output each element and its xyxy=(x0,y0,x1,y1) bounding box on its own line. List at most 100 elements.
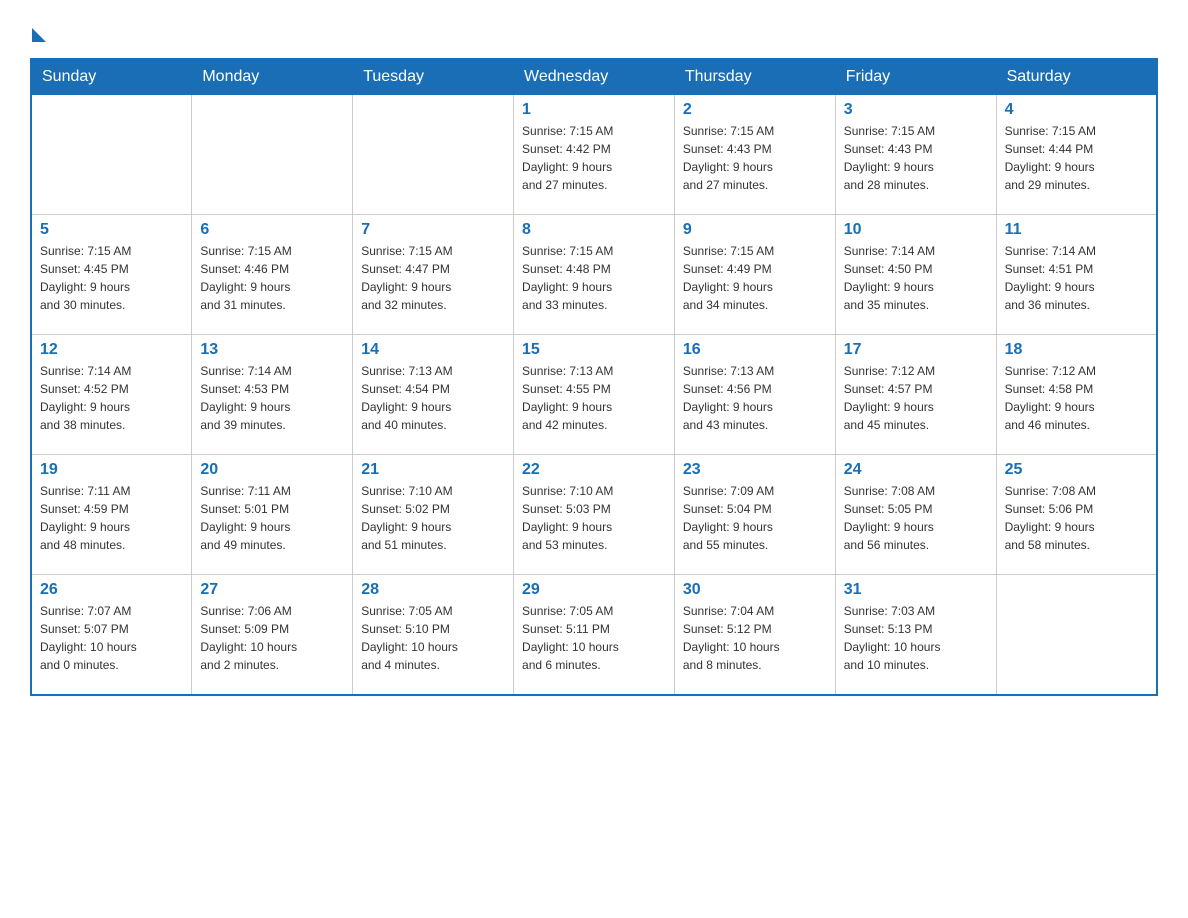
header-cell-monday: Monday xyxy=(192,59,353,95)
logo-triangle-icon xyxy=(32,28,46,42)
day-info: Sunrise: 7:05 AM Sunset: 5:11 PM Dayligh… xyxy=(522,602,666,674)
day-number: 22 xyxy=(522,461,666,479)
calendar-cell: 17 Sunrise: 7:12 AM Sunset: 4:57 PM Dayli… xyxy=(835,335,996,455)
day-number: 26 xyxy=(40,581,183,599)
calendar-cell: 9Sunrise: 7:15 AM Sunset: 4:49 PM Daylig… xyxy=(674,215,835,335)
header-cell-saturday: Saturday xyxy=(996,59,1157,95)
page-header xyxy=(30,20,1158,38)
day-info: Sunrise: 7:14 AM Sunset: 4:53 PM Dayligh… xyxy=(200,362,344,434)
day-number: 4 xyxy=(1005,101,1148,119)
day-number: 1 xyxy=(522,101,666,119)
calendar-cell: 30Sunrise: 7:04 AM Sunset: 5:12 PM Dayli… xyxy=(674,575,835,695)
header-row: SundayMondayTuesdayWednesdayThursdayFrid… xyxy=(31,59,1157,95)
calendar-cell: 8 Sunrise: 7:15 AM Sunset: 4:48 PM Daylig… xyxy=(514,215,675,335)
calendar-cell: 29 Sunrise: 7:05 AM Sunset: 5:11 PM Dayli… xyxy=(514,575,675,695)
day-info: Sunrise: 7:15 AM Sunset: 4:46 PM Dayligh… xyxy=(200,242,344,314)
day-info: Sunrise: 7:15 AM Sunset: 4:45 PM Dayligh… xyxy=(40,242,183,314)
calendar-cell: 25 Sunrise: 7:08 AM Sunset: 5:06 PM Dayli… xyxy=(996,455,1157,575)
day-info: Sunrise: 7:10 AM Sunset: 5:03 PM Dayligh… xyxy=(522,482,666,554)
header-cell-wednesday: Wednesday xyxy=(514,59,675,95)
day-number: 19 xyxy=(40,461,183,479)
day-info: Sunrise: 7:15 AM Sunset: 4:43 PM Dayligh… xyxy=(844,122,988,194)
day-number: 3 xyxy=(844,101,988,119)
calendar-cell: 27 Sunrise: 7:06 AM Sunset: 5:09 PM Dayli… xyxy=(192,575,353,695)
day-number: 29 xyxy=(522,581,666,599)
calendar-cell: 24 Sunrise: 7:08 AM Sunset: 5:05 PM Dayli… xyxy=(835,455,996,575)
day-number: 28 xyxy=(361,581,505,599)
calendar-cell: 28 Sunrise: 7:05 AM Sunset: 5:10 PM Dayli… xyxy=(353,575,514,695)
day-info: Sunrise: 7:11 AM Sunset: 4:59 PM Dayligh… xyxy=(40,482,183,554)
day-number: 9 xyxy=(683,221,827,239)
calendar-cell: 12 Sunrise: 7:14 AM Sunset: 4:52 PM Dayli… xyxy=(31,335,192,455)
day-info: Sunrise: 7:06 AM Sunset: 5:09 PM Dayligh… xyxy=(200,602,344,674)
day-info: Sunrise: 7:13 AM Sunset: 4:56 PM Dayligh… xyxy=(683,362,827,434)
calendar-cell: 26Sunrise: 7:07 AM Sunset: 5:07 PM Dayli… xyxy=(31,575,192,695)
header-cell-tuesday: Tuesday xyxy=(353,59,514,95)
calendar-cell: 19 Sunrise: 7:11 AM Sunset: 4:59 PM Dayli… xyxy=(31,455,192,575)
day-info: Sunrise: 7:11 AM Sunset: 5:01 PM Dayligh… xyxy=(200,482,344,554)
day-number: 14 xyxy=(361,341,505,359)
calendar-cell: 4 Sunrise: 7:15 AM Sunset: 4:44 PM Daylig… xyxy=(996,95,1157,215)
day-number: 17 xyxy=(844,341,988,359)
calendar-cell: 15Sunrise: 7:13 AM Sunset: 4:55 PM Dayli… xyxy=(514,335,675,455)
day-number: 8 xyxy=(522,221,666,239)
week-row-4: 19 Sunrise: 7:11 AM Sunset: 4:59 PM Dayli… xyxy=(31,455,1157,575)
calendar-cell: 20 Sunrise: 7:11 AM Sunset: 5:01 PM Dayli… xyxy=(192,455,353,575)
day-info: Sunrise: 7:15 AM Sunset: 4:42 PM Dayligh… xyxy=(522,122,666,194)
calendar-cell: 6 Sunrise: 7:15 AM Sunset: 4:46 PM Daylig… xyxy=(192,215,353,335)
day-number: 31 xyxy=(844,581,988,599)
day-number: 5 xyxy=(40,221,183,239)
header-cell-thursday: Thursday xyxy=(674,59,835,95)
day-info: Sunrise: 7:15 AM Sunset: 4:48 PM Dayligh… xyxy=(522,242,666,314)
calendar-cell: 14 Sunrise: 7:13 AM Sunset: 4:54 PM Dayli… xyxy=(353,335,514,455)
day-number: 16 xyxy=(683,341,827,359)
day-number: 2 xyxy=(683,101,827,119)
day-number: 27 xyxy=(200,581,344,599)
day-number: 7 xyxy=(361,221,505,239)
day-info: Sunrise: 7:03 AM Sunset: 5:13 PM Dayligh… xyxy=(844,602,988,674)
day-info: Sunrise: 7:13 AM Sunset: 4:54 PM Dayligh… xyxy=(361,362,505,434)
header-cell-sunday: Sunday xyxy=(31,59,192,95)
calendar-cell: 11Sunrise: 7:14 AM Sunset: 4:51 PM Dayli… xyxy=(996,215,1157,335)
calendar-cell: 5 Sunrise: 7:15 AM Sunset: 4:45 PM Daylig… xyxy=(31,215,192,335)
day-number: 20 xyxy=(200,461,344,479)
day-info: Sunrise: 7:09 AM Sunset: 5:04 PM Dayligh… xyxy=(683,482,827,554)
week-row-5: 26Sunrise: 7:07 AM Sunset: 5:07 PM Dayli… xyxy=(31,575,1157,695)
week-row-3: 12 Sunrise: 7:14 AM Sunset: 4:52 PM Dayli… xyxy=(31,335,1157,455)
day-info: Sunrise: 7:12 AM Sunset: 4:57 PM Dayligh… xyxy=(844,362,988,434)
day-info: Sunrise: 7:15 AM Sunset: 4:43 PM Dayligh… xyxy=(683,122,827,194)
calendar-cell: 2 Sunrise: 7:15 AM Sunset: 4:43 PM Daylig… xyxy=(674,95,835,215)
day-number: 30 xyxy=(683,581,827,599)
day-info: Sunrise: 7:13 AM Sunset: 4:55 PM Dayligh… xyxy=(522,362,666,434)
day-info: Sunrise: 7:05 AM Sunset: 5:10 PM Dayligh… xyxy=(361,602,505,674)
day-number: 13 xyxy=(200,341,344,359)
header-cell-friday: Friday xyxy=(835,59,996,95)
day-info: Sunrise: 7:14 AM Sunset: 4:51 PM Dayligh… xyxy=(1005,242,1148,314)
calendar-cell: 10 Sunrise: 7:14 AM Sunset: 4:50 PM Dayli… xyxy=(835,215,996,335)
calendar-cell xyxy=(353,95,514,215)
calendar-cell: 23 Sunrise: 7:09 AM Sunset: 5:04 PM Dayli… xyxy=(674,455,835,575)
day-number: 25 xyxy=(1005,461,1148,479)
day-number: 10 xyxy=(844,221,988,239)
day-info: Sunrise: 7:08 AM Sunset: 5:05 PM Dayligh… xyxy=(844,482,988,554)
day-info: Sunrise: 7:08 AM Sunset: 5:06 PM Dayligh… xyxy=(1005,482,1148,554)
day-info: Sunrise: 7:15 AM Sunset: 4:44 PM Dayligh… xyxy=(1005,122,1148,194)
calendar-body: 1 Sunrise: 7:15 AM Sunset: 4:42 PM Daylig… xyxy=(31,95,1157,695)
day-number: 24 xyxy=(844,461,988,479)
calendar-cell: 13 Sunrise: 7:14 AM Sunset: 4:53 PM Dayli… xyxy=(192,335,353,455)
day-number: 12 xyxy=(40,341,183,359)
calendar-cell: 16 Sunrise: 7:13 AM Sunset: 4:56 PM Dayli… xyxy=(674,335,835,455)
day-number: 18 xyxy=(1005,341,1148,359)
day-info: Sunrise: 7:14 AM Sunset: 4:52 PM Dayligh… xyxy=(40,362,183,434)
calendar-table: SundayMondayTuesdayWednesdayThursdayFrid… xyxy=(30,58,1158,696)
calendar-cell xyxy=(31,95,192,215)
calendar-cell: 21Sunrise: 7:10 AM Sunset: 5:02 PM Dayli… xyxy=(353,455,514,575)
day-number: 6 xyxy=(200,221,344,239)
day-info: Sunrise: 7:14 AM Sunset: 4:50 PM Dayligh… xyxy=(844,242,988,314)
day-number: 23 xyxy=(683,461,827,479)
calendar-cell: 18Sunrise: 7:12 AM Sunset: 4:58 PM Dayli… xyxy=(996,335,1157,455)
week-row-1: 1 Sunrise: 7:15 AM Sunset: 4:42 PM Daylig… xyxy=(31,95,1157,215)
calendar-cell: 3 Sunrise: 7:15 AM Sunset: 4:43 PM Daylig… xyxy=(835,95,996,215)
day-info: Sunrise: 7:10 AM Sunset: 5:02 PM Dayligh… xyxy=(361,482,505,554)
calendar-cell: 7Sunrise: 7:15 AM Sunset: 4:47 PM Daylig… xyxy=(353,215,514,335)
